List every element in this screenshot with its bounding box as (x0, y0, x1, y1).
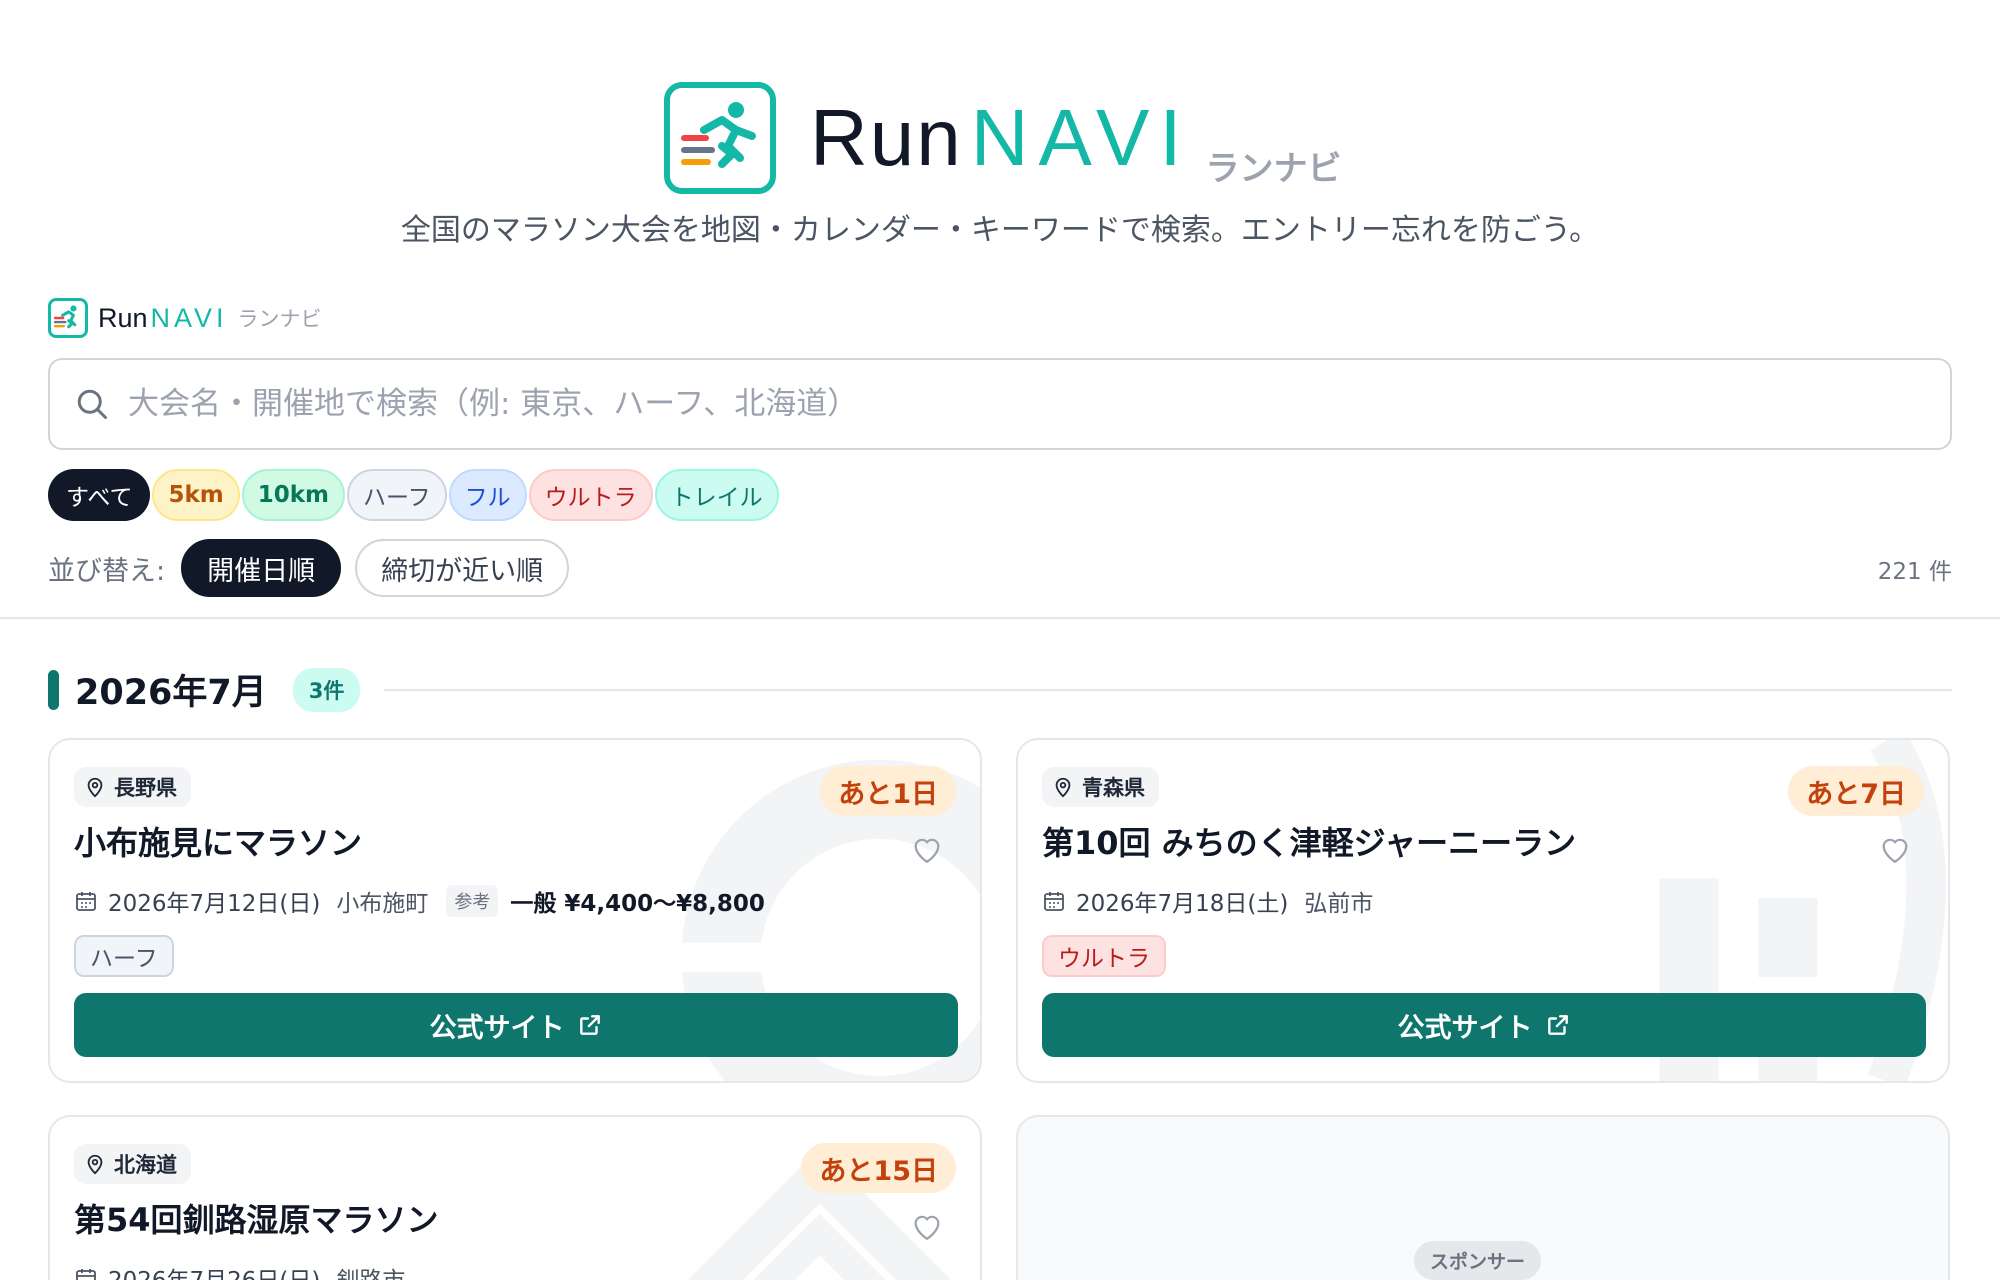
month-accent-bar (48, 669, 59, 710)
category-tag: ウルトラ (1042, 935, 1166, 977)
calendar-icon (76, 1269, 96, 1280)
category-tag: ハーフ (74, 935, 174, 977)
sponsor-label: スポンサー (1414, 1241, 1542, 1280)
filter-all[interactable]: すべて (48, 469, 151, 521)
event-city: 小布施町 (336, 891, 429, 917)
month-heading: 2026年7月 3件 (48, 664, 1952, 715)
event-title[interactable]: 第10回 みちのく津軽ジャーニーラン (1042, 818, 1576, 864)
external-link-icon (579, 1015, 600, 1035)
header-brand-navi: NAVI (150, 302, 228, 333)
event-date: 2026年7月12日(日) (108, 891, 321, 917)
days-left-badge: あと1日 (820, 766, 956, 816)
tagline: 全国のマラソン大会を地図・カレンダー・キーワードで検索。エントリー忘れを防ごう。 (400, 213, 1600, 248)
header-logo[interactable]: Run NAVI ランナビ (48, 298, 322, 338)
official-site-label: 公式サイト (429, 1012, 565, 1044)
filter-10km[interactable]: 10km (241, 469, 346, 521)
official-site-button[interactable]: 公式サイト (74, 993, 958, 1057)
prefecture-label: 長野県 (114, 776, 177, 800)
external-link-icon (1547, 1015, 1568, 1035)
divider (0, 617, 2000, 619)
event-meta: 2026年7月12日(日) 小布施町 参考 一般 ¥4,400〜¥8,800 (74, 884, 765, 918)
event-card[interactable]: 青森県 あと7日 第10回 みちのく津軽ジャーニーラン 2026年7月18日(土… (1016, 738, 1950, 1083)
sponsor-card[interactable]: スポンサー (1016, 1115, 1950, 1280)
distance-filters: すべて 5km 10km ハーフ フル ウルトラ トレイル (48, 469, 779, 521)
event-city: 弘前市 (1304, 891, 1374, 917)
sort-by-date-button[interactable]: 開催日順 (181, 539, 342, 597)
search-icon (77, 389, 107, 419)
sort-by-deadline-button[interactable]: 締切が近い順 (355, 539, 570, 597)
location-pin-icon (87, 777, 103, 798)
prefecture-badge: 長野県 (74, 767, 191, 807)
filter-half[interactable]: ハーフ (347, 469, 447, 521)
prefecture-badge: 北海道 (74, 1144, 191, 1184)
filter-ultra[interactable]: ウルトラ (528, 469, 653, 521)
days-left-badge: あと7日 (1788, 766, 1924, 816)
search-input[interactable] (128, 386, 1908, 422)
event-date: 2026年7月18日(土) (1076, 891, 1289, 917)
days-left-badge: あと15日 (801, 1143, 956, 1193)
hero: Run NAVI ランナビ 全国のマラソン大会を地図・カレンダー・キーワードで検索… (0, 0, 2000, 270)
event-card[interactable]: 長野県 あと1日 小布施見にマラソン 2026年7月12日(日) 小布施町 参考… (48, 738, 982, 1083)
official-site-label: 公式サイト (1397, 1012, 1533, 1044)
prefecture-label: 青森県 (1082, 776, 1145, 800)
event-meta: 2026年7月18日(土) 弘前市 (1042, 884, 1373, 918)
card-watermark (687, 1148, 952, 1280)
heart-icon[interactable] (910, 833, 944, 865)
calendar-icon (1044, 892, 1064, 911)
runner-logo-icon (664, 82, 776, 194)
sort-label: 並び替え: (48, 555, 166, 587)
runner-logo-icon (48, 298, 88, 338)
month-count-badge: 3件 (292, 667, 361, 712)
header-brand-kana: ランナビ (237, 307, 322, 331)
filter-full[interactable]: フル (448, 469, 527, 521)
filter-trail[interactable]: トレイル (654, 469, 779, 521)
event-card[interactable]: 北海道 あと15日 第54回釧路湿原マラソン 2026年7月26日(日) 釧路市 (48, 1115, 982, 1280)
sort-bar: 並び替え: 開催日順 締切が近い順 (48, 539, 583, 597)
calendar-icon (76, 892, 96, 911)
event-title[interactable]: 小布施見にマラソン (74, 818, 362, 864)
month-divider (384, 688, 1952, 691)
hero-logo[interactable]: Run NAVI ランナビ (664, 80, 1342, 194)
header-brand-run: Run (98, 302, 148, 333)
heart-icon[interactable] (1878, 833, 1912, 865)
month-title: 2026年7月 (75, 673, 267, 713)
prefecture-label: 北海道 (114, 1153, 177, 1177)
search-box[interactable] (48, 358, 1952, 450)
official-site-button[interactable]: 公式サイト (1042, 993, 1926, 1057)
brand-run: Run (810, 93, 963, 182)
filter-5km[interactable]: 5km (152, 469, 240, 521)
event-title[interactable]: 第54回釧路湿原マラソン (74, 1195, 439, 1241)
event-date: 2026年7月26日(日) (108, 1261, 320, 1280)
event-meta: 2026年7月26日(日) 釧路市 (74, 1261, 405, 1280)
hero-wordmark: Run NAVI (810, 82, 1192, 194)
fee-reference-badge: 参考 (446, 885, 499, 917)
prefecture-badge: 青森県 (1042, 767, 1159, 807)
location-pin-icon (1055, 777, 1071, 798)
header-wordmark: Run NAVI (98, 303, 228, 334)
heart-icon[interactable] (910, 1210, 944, 1242)
event-fee: 一般 ¥4,400〜¥8,800 (510, 891, 765, 917)
result-count: 221 件 (1877, 559, 1952, 585)
event-city: 釧路市 (336, 1261, 405, 1280)
brand-kana: ランナビ (1205, 149, 1342, 189)
location-pin-icon (87, 1154, 103, 1175)
brand-navi: NAVI (970, 93, 1192, 182)
